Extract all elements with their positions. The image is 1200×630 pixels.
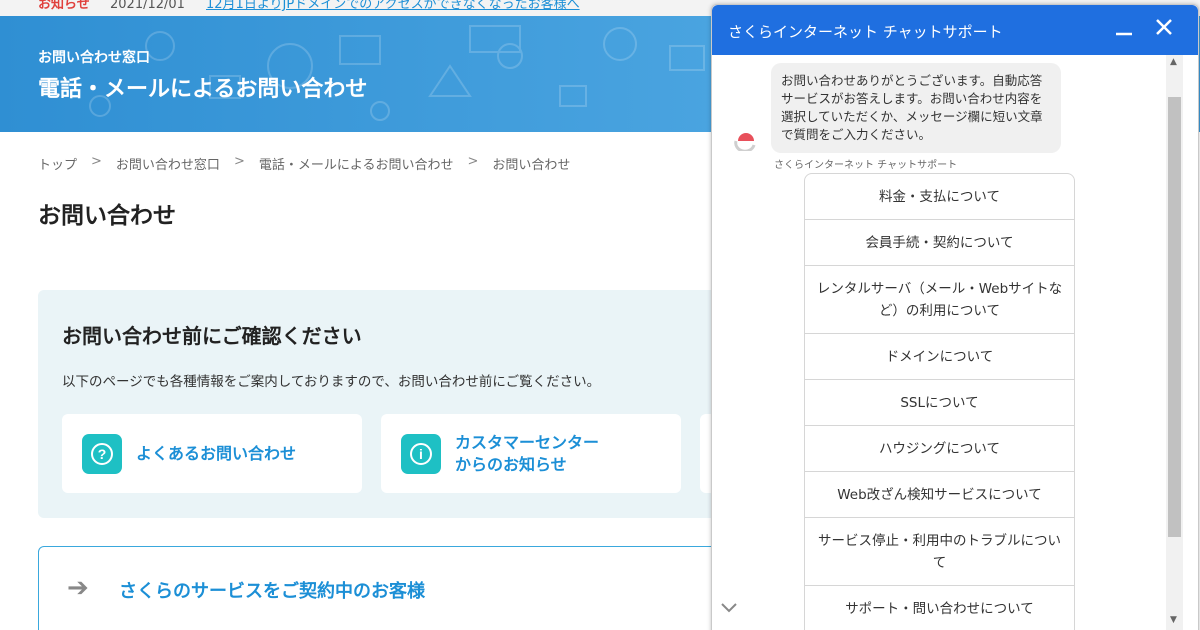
chat-option[interactable]: SSLについて	[805, 380, 1074, 426]
notice-label: お知らせ	[38, 0, 90, 12]
chat-options: 料金・支払について 会員手続・契約について レンタルサーバ（メール・Webサイト…	[804, 173, 1075, 630]
svg-text:i: i	[419, 446, 423, 462]
notice-date: 2021/12/01	[110, 0, 185, 12]
chevron-down-icon[interactable]	[720, 599, 738, 618]
arrow-right-icon: ➔	[67, 573, 89, 603]
page-title: お問い合わせ	[38, 203, 176, 229]
chat-option[interactable]: 料金・支払について	[805, 174, 1074, 220]
customer-center-card-label: カスタマーセンター からのお知らせ	[455, 432, 600, 474]
faq-card[interactable]: ? よくあるお問い合わせ	[62, 414, 362, 493]
chat-avatar-icon	[734, 127, 758, 153]
notice-link[interactable]: 12月1日よりJPドメインでのアクセスができなくなったお客様へ	[206, 0, 580, 11]
scroll-thumb[interactable]	[1168, 97, 1181, 537]
breadcrumb-item-phone-mail[interactable]: 電話・メールによるお問い合わせ	[259, 154, 454, 173]
confirm-title: お問い合わせ前にご確認ください	[62, 324, 362, 348]
scroll-up-arrow-icon[interactable]: ▲	[1170, 57, 1177, 67]
chat-message-bubble: お問い合わせありがとうございます。自動応答サービスがお答えします。お問い合わせ内…	[771, 63, 1061, 153]
minimize-icon[interactable]	[1114, 16, 1134, 40]
close-icon[interactable]	[1154, 17, 1174, 42]
breadcrumb-item-current: お問い合わせ	[492, 158, 571, 173]
customer-center-card[interactable]: i カスタマーセンター からのお知らせ	[381, 414, 681, 493]
svg-text:?: ?	[98, 446, 107, 462]
scroll-down-arrow-icon[interactable]: ▼	[1170, 615, 1177, 625]
breadcrumb-item-contact[interactable]: お問い合わせ窓口	[116, 154, 220, 173]
confirm-text: 以下のページでも各種情報をご案内しておりますので、お問い合わせ前にご覧ください。	[62, 374, 601, 390]
faq-card-label: よくあるお問い合わせ	[136, 443, 297, 463]
chat-option[interactable]: サポート・問い合わせについて	[805, 586, 1074, 630]
chat-widget: さくらインターネット チャットサポート お問い合わせありがとうございます。自動応…	[711, 4, 1199, 630]
breadcrumb: トップ > お問い合わせ窓口 > 電話・メールによるお問い合わせ > お問い合わ…	[38, 154, 570, 173]
chat-option[interactable]: サービス停止・利用中のトラブルについて	[805, 518, 1074, 586]
chat-option[interactable]: レンタルサーバ（メール・Webサイトなど）の利用について	[805, 266, 1074, 334]
breadcrumb-separator: >	[467, 154, 479, 169]
info-icon: i	[401, 433, 441, 474]
service-contract-label: さくらのサービスをご契約中のお客様	[119, 581, 425, 602]
chat-option[interactable]: ドメインについて	[805, 334, 1074, 380]
breadcrumb-item-top[interactable]: トップ	[38, 154, 77, 173]
chat-title: さくらインターネット チャットサポート	[728, 23, 1003, 41]
breadcrumb-separator: >	[91, 154, 102, 169]
confirm-box: お問い合わせ前にご確認ください 以下のページでも各種情報をご案内しておりますので…	[38, 290, 760, 518]
chat-option[interactable]: ハウジングについて	[805, 426, 1074, 472]
chat-option[interactable]: Web改ざん検知サービスについて	[805, 472, 1074, 518]
service-contract-box[interactable]: ➔ さくらのサービスをご契約中のお客様	[38, 546, 738, 630]
hero-subtitle: お問い合わせ窓口	[38, 50, 150, 66]
chat-header: さくらインターネット チャットサポート	[712, 5, 1198, 55]
hero-title: 電話・メールによるお問い合わせ	[38, 77, 368, 102]
chat-sender-name: さくらインターネット チャットサポート	[774, 160, 958, 171]
chat-scrollbar[interactable]: ▲ ▼	[1166, 55, 1183, 630]
breadcrumb-separator: >	[233, 154, 245, 169]
question-icon: ?	[82, 433, 122, 474]
chat-option[interactable]: 会員手続・契約について	[805, 220, 1074, 266]
